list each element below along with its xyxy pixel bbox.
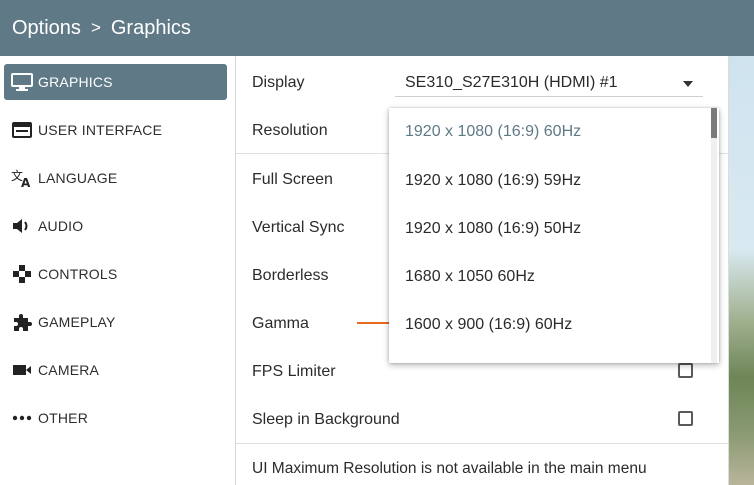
breadcrumb-options[interactable]: Options bbox=[12, 17, 81, 40]
sidebar-item-controls[interactable]: CONTROLS bbox=[4, 256, 227, 292]
gamepad-icon bbox=[10, 264, 34, 284]
sidebar: GRAPHICS USER INTERFACE 文A LANGUAGE AUDI… bbox=[0, 56, 235, 485]
sidebar-item-graphics[interactable]: GRAPHICS bbox=[4, 64, 227, 100]
sidebar-item-label: LANGUAGE bbox=[38, 170, 118, 186]
breadcrumb-separator: > bbox=[90, 18, 101, 37]
translate-icon: 文A bbox=[10, 168, 34, 188]
resolution-option[interactable]: 1920 x 1080 (16:9) 60Hz bbox=[405, 123, 581, 141]
sidebar-item-language[interactable]: 文A LANGUAGE bbox=[4, 160, 227, 196]
resolution-dropdown[interactable]: 1920 x 1080 (16:9) 60Hz 1920 x 1080 (16:… bbox=[389, 108, 719, 363]
sidebar-item-other[interactable]: OTHER bbox=[4, 400, 227, 436]
display-value: SE310_S27E310H (HDMI) #1 bbox=[405, 74, 618, 91]
sidebar-item-label: AUDIO bbox=[38, 218, 84, 234]
sidebar-item-label: CONTROLS bbox=[38, 266, 118, 282]
divider bbox=[236, 443, 728, 444]
window-icon bbox=[10, 120, 34, 140]
sidebar-item-audio[interactable]: AUDIO bbox=[4, 208, 227, 244]
breadcrumb-graphics: Graphics bbox=[110, 16, 191, 39]
monitor-icon bbox=[10, 72, 34, 92]
chevron-down-icon bbox=[683, 81, 693, 87]
sleep-in-background-label: Sleep in Background bbox=[252, 411, 400, 428]
sidebar-item-label: USER INTERFACE bbox=[38, 122, 163, 138]
sidebar-item-gameplay[interactable]: GAMEPLAY bbox=[4, 304, 227, 340]
speaker-icon bbox=[10, 216, 34, 236]
background-scenery bbox=[729, 56, 754, 485]
fps-limiter-label: FPS Limiter bbox=[252, 363, 336, 380]
fps-limiter-checkbox[interactable] bbox=[678, 363, 693, 378]
display-label: Display bbox=[252, 74, 305, 91]
vertical-sync-label: Vertical Sync bbox=[252, 219, 345, 236]
resolution-option[interactable]: 1920 x 1080 (16:9) 50Hz bbox=[405, 220, 581, 238]
borderless-label: Borderless bbox=[252, 267, 329, 284]
sidebar-item-label: GAMEPLAY bbox=[38, 314, 116, 330]
sidebar-item-label: CAMERA bbox=[38, 362, 100, 378]
gamma-slider-track[interactable] bbox=[357, 322, 390, 324]
puzzle-icon bbox=[10, 312, 34, 332]
resolution-option[interactable]: 1920 x 1080 (16:9) 59Hz bbox=[405, 172, 581, 190]
sidebar-divider bbox=[235, 56, 236, 485]
dropdown-scrollbar[interactable] bbox=[711, 108, 717, 363]
resolution-label: Resolution bbox=[252, 122, 328, 139]
sleep-in-background-checkbox[interactable] bbox=[678, 411, 693, 426]
resolution-option[interactable]: 1600 x 900 (16:9) 60Hz bbox=[405, 316, 572, 334]
sidebar-item-user-interface[interactable]: USER INTERFACE bbox=[4, 112, 227, 148]
full-screen-label: Full Screen bbox=[252, 171, 333, 188]
ui-max-resolution-note: UI Maximum Resolution is not available i… bbox=[252, 460, 647, 477]
resolution-option[interactable]: 1680 x 1050 60Hz bbox=[405, 268, 535, 286]
sidebar-item-label: GRAPHICS bbox=[38, 74, 113, 90]
more-icon bbox=[10, 408, 34, 428]
display-select[interactable]: SE310_S27E310H (HDMI) #1 bbox=[395, 70, 703, 97]
sidebar-item-label: OTHER bbox=[38, 410, 88, 426]
svg-text:A: A bbox=[21, 176, 31, 188]
sidebar-item-camera[interactable]: CAMERA bbox=[4, 352, 227, 388]
breadcrumb: Options > Graphics bbox=[0, 0, 754, 56]
gamma-label: Gamma bbox=[252, 315, 309, 332]
dropdown-scrollbar-thumb[interactable] bbox=[711, 108, 717, 138]
camera-icon bbox=[10, 360, 34, 380]
